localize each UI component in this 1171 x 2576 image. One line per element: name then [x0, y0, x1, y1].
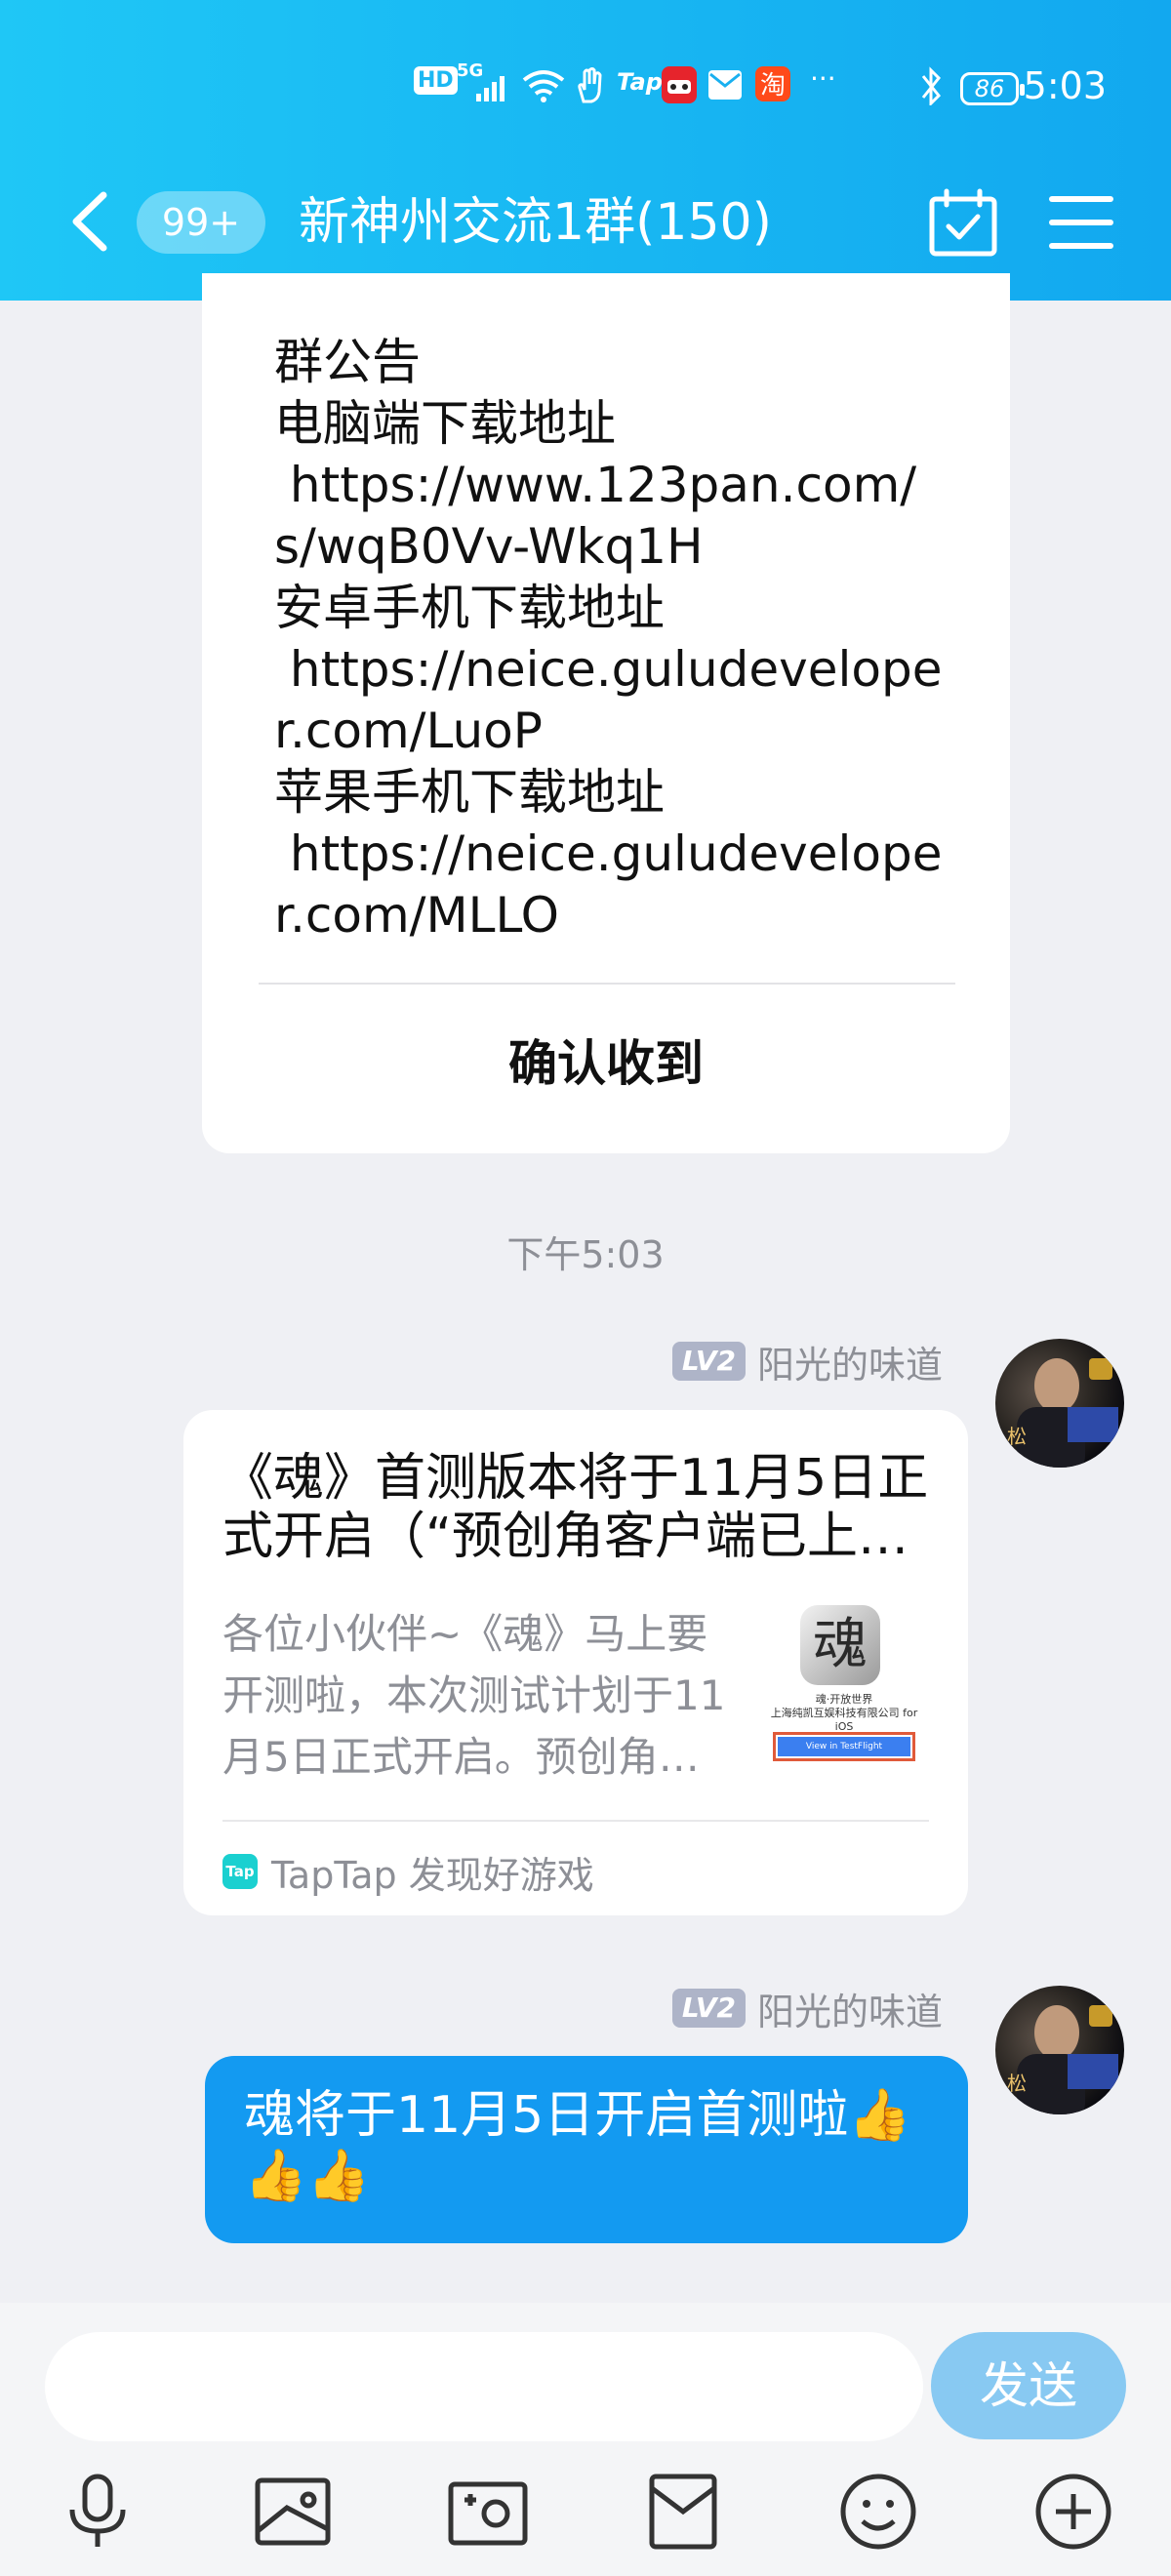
bluetooth-icon: [921, 66, 942, 105]
group-notice-text: 群公告 电脑端下载地址 https://www.123pan.com/s/wqB…: [274, 334, 943, 944]
share-title: 《魂》首测版本将于11月5日正式开启（“预创角客户端已上线”）: [222, 1449, 929, 1566]
game-icon: 魂: [800, 1605, 880, 1685]
taptap-logo-icon: Tap: [222, 1854, 258, 1889]
microphone-icon[interactable]: [53, 2467, 142, 2556]
avatar-text: 松: [1007, 2072, 1027, 2095]
taobao-icon: 淘: [755, 66, 790, 101]
group-notice-card: 群公告 电脑端下载地址 https://www.123pan.com/s/wqB…: [202, 273, 1010, 1153]
input-area: 发送: [0, 2303, 1171, 2576]
divider: [222, 1820, 929, 1822]
tmall-icon: [662, 66, 697, 103]
hd-icon: HD: [414, 66, 458, 95]
message-bubble[interactable]: 魂将于11月5日开启首测啦👍👍👍: [205, 2056, 968, 2243]
page-title: 新神州交流1群(150): [299, 193, 772, 252]
unread-badge[interactable]: 99+: [137, 191, 265, 254]
chat-header: HD 5G Tap 淘 ··· 86 5:03 99+ 新神州交流1群(150): [0, 0, 1171, 301]
taptap-icon: Tap: [617, 68, 663, 96]
source-label: TapTap 发现好游戏: [271, 1853, 594, 1897]
send-button[interactable]: 发送: [931, 2332, 1126, 2439]
camera-icon[interactable]: [443, 2467, 533, 2556]
mail-notification-icon: [708, 70, 742, 100]
avatar-text: 松: [1007, 1425, 1027, 1448]
back-arrow-icon[interactable]: [62, 187, 121, 256]
clock: 5:03: [1023, 64, 1107, 107]
more-dots-icon: ···: [810, 62, 836, 95]
title-bar: 99+ 新神州交流1群(150): [0, 176, 1171, 263]
message-timestamp: 下午5:03: [506, 1233, 665, 1276]
level-badge: LV2: [671, 1989, 746, 2028]
menu-icon[interactable]: [1046, 191, 1116, 254]
confirm-received-button[interactable]: 确认收到: [202, 1025, 1010, 1095]
photo-icon[interactable]: [248, 2467, 338, 2556]
shared-link-card[interactable]: 《魂》首测版本将于11月5日正式开启（“预创角客户端已上线”） 各位小伙伴~《魂…: [183, 1410, 968, 1915]
thumb-button: View in TestFlight: [773, 1732, 915, 1761]
share-description: 各位小伙伴~《魂》马上要开测啦，本次测试计划于11月5日正式开启。预创角客户端已…: [222, 1610, 726, 1781]
calendar-check-icon[interactable]: [927, 187, 999, 258]
hand-gesture-icon: [578, 67, 602, 103]
thumb-subtitle: 上海纯凯互娱科技有限公司 for iOS: [770, 1707, 918, 1733]
status-bar: HD 5G Tap 淘 ··· 86 5:03: [0, 59, 1171, 117]
avatar[interactable]: 松: [995, 1339, 1124, 1468]
battery-indicator: 86: [960, 72, 1025, 105]
divider: [259, 983, 955, 985]
plus-icon[interactable]: [1029, 2467, 1118, 2556]
share-source: Tap TapTap 发现好游戏: [222, 1847, 594, 1897]
sender-info: LV2 阳光的味道: [671, 1986, 943, 2033]
svg-text:淘: 淘: [760, 71, 786, 101]
avatar[interactable]: 松: [995, 1986, 1124, 2114]
signal-icon: [476, 76, 505, 101]
wifi-icon: [522, 70, 565, 102]
share-thumbnail: 魂 魂·开放世界 上海纯凯互娱科技有限公司 for iOS View in Te…: [761, 1605, 927, 1771]
red-packet-icon[interactable]: [638, 2467, 728, 2556]
sender-name[interactable]: 阳光的味道: [757, 1335, 943, 1389]
sender-info: LV2 阳光的味道: [671, 1339, 943, 1387]
sender-name[interactable]: 阳光的味道: [757, 1982, 943, 2035]
message-input[interactable]: [45, 2332, 923, 2441]
level-badge: LV2: [671, 1342, 746, 1381]
emoji-icon[interactable]: [833, 2467, 923, 2556]
